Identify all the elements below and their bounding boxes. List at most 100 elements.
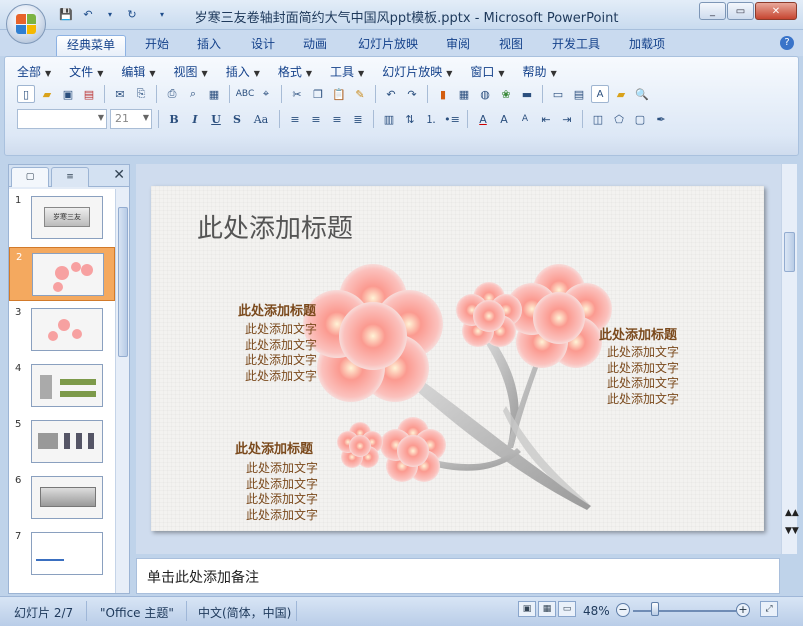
menu-slideshow[interactable]: 幻灯片放映 ▼ <box>382 63 452 80</box>
minimize-button[interactable]: _ <box>699 2 726 20</box>
tab-classic-menu[interactable]: 经典菜单 <box>56 35 126 56</box>
align-center-icon[interactable]: ≡ <box>307 110 325 128</box>
change-case-button[interactable]: Aa <box>249 110 273 128</box>
shape-fill-icon[interactable]: ▬ <box>518 85 536 103</box>
menu-tools[interactable]: 工具 ▼ <box>330 63 364 80</box>
office-button[interactable] <box>6 4 46 44</box>
tab-developer[interactable]: 开发工具 <box>544 35 608 56</box>
open-icon[interactable]: ▰ <box>38 85 56 103</box>
section-2-line[interactable]: 此处添加文字 <box>607 390 679 407</box>
menu-edit[interactable]: 编辑 ▼ <box>121 63 155 80</box>
shape-effects-icon[interactable]: ✒ <box>652 110 670 128</box>
section-3-line[interactable]: 此处添加文字 <box>246 490 318 507</box>
text-direction-icon[interactable]: ⇅ <box>401 110 419 128</box>
arrange-icon[interactable]: ◫ <box>589 110 607 128</box>
cut-icon[interactable]: ✂ <box>288 85 306 103</box>
slide-canvas[interactable]: 此处添加标题 此处添加标题 此处添加文字 此处添加文字 此处添加文字 此处添加文… <box>151 186 764 531</box>
tab-view[interactable]: 视图 <box>490 35 532 56</box>
fit-to-window-icon[interactable]: ⤢ <box>760 601 778 617</box>
bold-button[interactable]: B <box>165 110 183 128</box>
grow-font-icon[interactable]: A <box>495 110 513 128</box>
menu-window[interactable]: 窗口 ▼ <box>470 63 504 80</box>
notes-pane[interactable]: 单击此处添加备注 <box>136 558 780 594</box>
text-box-icon[interactable]: A <box>591 85 609 103</box>
underline-button[interactable]: U <box>207 110 225 128</box>
slide-thumbnail[interactable]: 7 <box>9 527 115 581</box>
slideshow-view-icon[interactable]: ▭ <box>558 601 576 617</box>
menu-all[interactable]: 全部 ▼ <box>17 63 51 80</box>
tab-review[interactable]: 审阅 <box>437 35 479 56</box>
section-2-line[interactable]: 此处添加文字 <box>607 343 679 360</box>
language-indicator[interactable]: 中文(简体，中国) <box>198 604 291 621</box>
outline-tab[interactable]: ≡ <box>51 167 89 187</box>
vertical-scrollbar[interactable]: ▲▲ ▼▼ <box>781 164 799 554</box>
shadow-button[interactable]: S <box>228 110 246 128</box>
section-2-heading[interactable]: 此处添加标题 <box>599 324 677 343</box>
tab-slideshow[interactable]: 幻灯片放映 <box>350 35 426 56</box>
redo-icon[interactable]: ↷ <box>403 85 421 103</box>
next-slide-icon[interactable]: ▼▼ <box>785 526 799 536</box>
publish-icon[interactable]: ⎘ <box>132 85 150 103</box>
smartart-icon[interactable]: ◍ <box>476 85 494 103</box>
tab-home[interactable]: 开始 <box>136 35 178 56</box>
align-right-icon[interactable]: ≡ <box>328 110 346 128</box>
tab-addins[interactable]: 加载项 <box>620 35 674 56</box>
section-3-heading[interactable]: 此处添加标题 <box>235 438 313 457</box>
font-color-icon[interactable]: A <box>474 110 492 128</box>
zoom-slider[interactable] <box>633 610 736 612</box>
folder-icon[interactable]: ▰ <box>612 85 630 103</box>
close-button[interactable]: ✕ <box>755 2 797 20</box>
notes-placeholder[interactable]: 单击此处添加备注 <box>147 567 259 587</box>
menu-view[interactable]: 视图 ▼ <box>174 63 208 80</box>
format-painter-icon[interactable]: ✎ <box>351 85 369 103</box>
copy-icon[interactable]: ❐ <box>309 85 327 103</box>
zoom-out-icon[interactable]: − <box>616 603 630 617</box>
numbering-icon[interactable]: ⒈ <box>422 110 440 128</box>
decrease-indent-icon[interactable]: ⇤ <box>537 110 555 128</box>
slide-thumbnail[interactable]: 3 <box>9 303 115 357</box>
zoom-icon[interactable]: 🔍 <box>633 85 651 103</box>
increase-indent-icon[interactable]: ⇥ <box>558 110 576 128</box>
slide-thumbnail[interactable]: 6 <box>9 471 115 525</box>
shapes-icon[interactable]: ⬠ <box>610 110 628 128</box>
scroll-thumb[interactable] <box>784 232 795 272</box>
undo-icon[interactable]: ↶ <box>382 85 400 103</box>
previous-slide-icon[interactable]: ▲▲ <box>785 508 799 518</box>
help-icon[interactable]: ? <box>780 36 794 50</box>
layout-icon[interactable]: ▤ <box>570 85 588 103</box>
menu-help[interactable]: 帮助 ▼ <box>523 63 557 80</box>
bullets-icon[interactable]: •≡ <box>443 110 461 128</box>
font-name-combo[interactable]: ▼ <box>17 109 107 129</box>
section-2-line[interactable]: 此处添加文字 <box>607 374 679 391</box>
print-icon[interactable]: ⎙ <box>163 85 181 103</box>
slide-thumbnail[interactable]: 1 岁寒三友 <box>9 191 115 245</box>
section-1-line[interactable]: 此处添加文字 <box>245 367 317 384</box>
zoom-slider-knob[interactable] <box>651 602 659 616</box>
normal-view-icon[interactable]: ▣ <box>518 601 536 617</box>
scroll-thumb[interactable] <box>118 207 128 357</box>
menu-insert[interactable]: 插入 ▼ <box>226 63 260 80</box>
print-preview-icon[interactable]: ⌕ <box>184 85 202 103</box>
clip-art-icon[interactable]: ❀ <box>497 85 515 103</box>
shape-outline-icon[interactable]: ▢ <box>631 110 649 128</box>
maximize-button[interactable]: ▭ <box>727 2 754 20</box>
menu-format[interactable]: 格式 ▼ <box>278 63 312 80</box>
align-left-icon[interactable]: ≡ <box>286 110 304 128</box>
slide-thumbnail-selected[interactable]: 2 <box>9 247 115 301</box>
slide-thumbnail[interactable]: 5 <box>9 415 115 469</box>
slide-sorter-icon[interactable]: ▦ <box>538 601 556 617</box>
table-icon[interactable]: ▦ <box>455 85 473 103</box>
slides-tab[interactable]: ▢ <box>11 167 49 187</box>
font-size-combo[interactable]: 21 ▼ <box>110 109 152 129</box>
panel-scrollbar[interactable] <box>115 189 129 593</box>
new-slide-icon[interactable]: ▭ <box>549 85 567 103</box>
close-icon[interactable]: ✕ <box>113 167 125 183</box>
slide-thumbnail[interactable]: 4 <box>9 359 115 413</box>
permission-icon[interactable]: ▤ <box>80 85 98 103</box>
chart-icon[interactable]: ▮ <box>434 85 452 103</box>
justify-icon[interactable]: ≣ <box>349 110 367 128</box>
theme-name[interactable]: "Office 主题" <box>100 604 174 621</box>
mail-icon[interactable]: ✉ <box>111 85 129 103</box>
section-3-line[interactable]: 此处添加文字 <box>246 506 318 523</box>
zoom-in-icon[interactable]: + <box>736 603 750 617</box>
